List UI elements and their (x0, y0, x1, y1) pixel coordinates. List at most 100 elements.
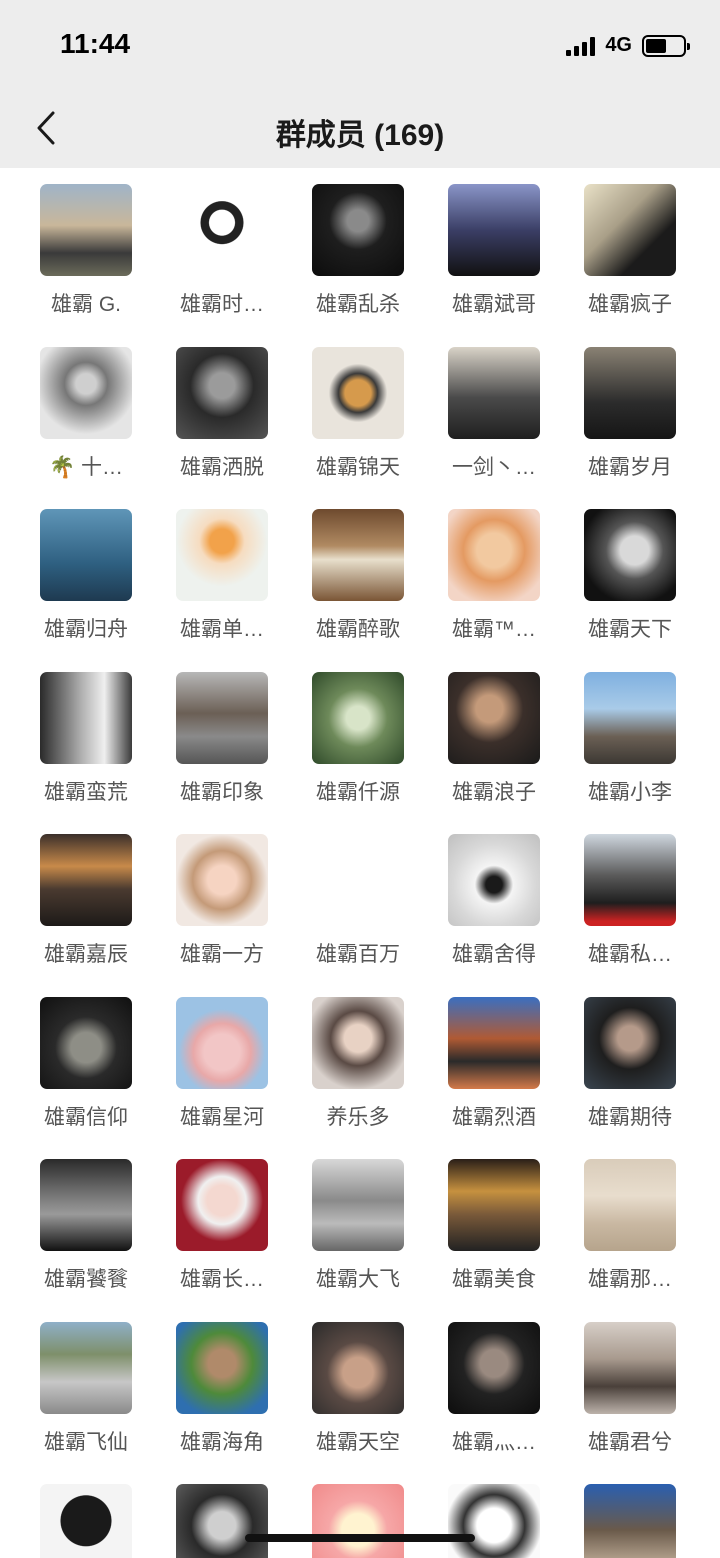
member-item[interactable]: 雄霸飞仙 (18, 1306, 154, 1469)
member-name: 雄霸君兮 (588, 1430, 672, 1454)
member-item[interactable]: 雄霸信仰 (18, 981, 154, 1144)
member-item[interactable]: 一剑丶… (426, 331, 562, 494)
member-name: 雄霸小李 (588, 780, 672, 804)
member-avatar[interactable] (312, 184, 404, 276)
member-item[interactable]: 雄霸斌哥 (426, 168, 562, 331)
member-avatar[interactable] (176, 1321, 268, 1414)
member-avatar[interactable] (584, 1321, 676, 1414)
member-item[interactable]: 雄霸醉歌 (290, 493, 426, 656)
member-avatar[interactable] (448, 1159, 540, 1251)
member-avatar[interactable] (176, 996, 268, 1089)
member-avatar[interactable] (584, 1159, 676, 1251)
member-avatar[interactable] (312, 1159, 404, 1251)
member-avatar[interactable] (312, 1321, 404, 1414)
member-item[interactable]: 雄霸单… (154, 493, 290, 656)
member-item[interactable]: 雄霸浪子 (426, 656, 562, 819)
member-avatar[interactable] (448, 1484, 540, 1558)
member-item[interactable]: 雄霸天下 (562, 493, 698, 656)
member-item[interactable]: 雄霸期待 (562, 981, 698, 1144)
member-avatar[interactable] (40, 1159, 132, 1251)
member-avatar[interactable] (448, 184, 540, 276)
member-avatar[interactable] (176, 184, 268, 276)
member-avatar[interactable] (176, 671, 268, 764)
member-name: 雄霸美食 (452, 1268, 536, 1291)
member-name: 雄霸那… (588, 1268, 672, 1291)
member-avatar[interactable] (448, 671, 540, 764)
member-item[interactable]: 雄霸大飞 (290, 1143, 426, 1306)
member-avatar[interactable] (312, 509, 404, 601)
member-avatar[interactable] (312, 671, 404, 764)
member-avatar[interactable] (176, 346, 268, 439)
member-item[interactable] (290, 1468, 426, 1558)
member-avatar[interactable] (40, 1484, 132, 1558)
member-avatar[interactable] (448, 834, 540, 926)
member-item[interactable]: 雄霸小李 (562, 656, 698, 819)
member-item[interactable]: 雄霸饕餮 (18, 1143, 154, 1306)
member-avatar[interactable] (40, 184, 132, 276)
member-item[interactable]: 雄霸乱杀 (290, 168, 426, 331)
member-avatar[interactable] (176, 1484, 268, 1558)
signal-strength-icon (566, 36, 596, 56)
member-item[interactable]: 雄霸时… (154, 168, 290, 331)
member-avatar[interactable] (40, 671, 132, 764)
member-avatar[interactable] (312, 834, 404, 926)
member-item[interactable]: 雄霸海角 (154, 1306, 290, 1469)
member-item[interactable]: 雄霸归舟 (18, 493, 154, 656)
member-item[interactable]: 雄霸百万 (290, 818, 426, 981)
member-item[interactable]: 雄霸君兮 (562, 1306, 698, 1469)
member-avatar[interactable] (40, 1321, 132, 1414)
member-avatar[interactable] (584, 346, 676, 439)
status-indicators: 4G (566, 34, 690, 57)
navigation-bar: 群成员 (169) (0, 88, 720, 168)
member-item[interactable]: 养乐多 (290, 981, 426, 1144)
member-item[interactable]: 雄霸岁月 (562, 331, 698, 494)
member-avatar[interactable] (584, 184, 676, 276)
member-name: 雄霸大飞 (316, 1268, 400, 1291)
member-item[interactable] (18, 1468, 154, 1558)
member-avatar[interactable] (584, 1484, 676, 1558)
member-item[interactable]: 雄霸私… (562, 818, 698, 981)
member-item[interactable]: 雄霸嘉辰 (18, 818, 154, 981)
member-item[interactable]: 雄霸蛮荒 (18, 656, 154, 819)
member-avatar[interactable] (40, 509, 132, 601)
member-item[interactable]: 雄霸美食 (426, 1143, 562, 1306)
member-avatar[interactable] (312, 1484, 404, 1558)
member-avatar[interactable] (584, 509, 676, 601)
member-item[interactable] (154, 1468, 290, 1558)
member-item[interactable]: 雄霸天空 (290, 1306, 426, 1469)
member-item[interactable] (562, 1468, 698, 1558)
member-avatar[interactable] (584, 671, 676, 764)
member-item[interactable]: 雄霸星河 (154, 981, 290, 1144)
member-avatar[interactable] (40, 346, 132, 439)
member-avatar[interactable] (448, 1321, 540, 1414)
member-item[interactable]: 雄霸一方 (154, 818, 290, 981)
member-avatar[interactable] (40, 834, 132, 926)
member-avatar[interactable] (176, 1159, 268, 1251)
member-avatar[interactable] (584, 996, 676, 1089)
member-avatar[interactable] (448, 509, 540, 601)
member-avatar[interactable] (176, 509, 268, 601)
member-item[interactable]: 雄霸仟源 (290, 656, 426, 819)
member-name: 雄霸疯子 (588, 293, 672, 316)
member-name: 雄霸星河 (180, 1105, 264, 1129)
member-item[interactable]: 雄霸灬… (426, 1306, 562, 1469)
member-avatar[interactable] (176, 834, 268, 926)
member-avatar[interactable] (584, 834, 676, 926)
member-item[interactable]: 雄霸舍得 (426, 818, 562, 981)
member-avatar[interactable] (312, 346, 404, 439)
member-item[interactable]: 🌴 十… (18, 331, 154, 494)
member-item[interactable]: 雄霸长… (154, 1143, 290, 1306)
member-item[interactable]: 雄霸洒脱 (154, 331, 290, 494)
member-item[interactable]: 雄霸™… (426, 493, 562, 656)
member-avatar[interactable] (448, 996, 540, 1089)
member-item[interactable]: 雄霸那… (562, 1143, 698, 1306)
member-avatar[interactable] (312, 996, 404, 1089)
member-item[interactable]: 雄霸疯子 (562, 168, 698, 331)
member-item[interactable]: 雄霸锦天 (290, 331, 426, 494)
member-item[interactable]: 雄霸烈酒 (426, 981, 562, 1144)
member-avatar[interactable] (448, 346, 540, 439)
member-avatar[interactable] (40, 996, 132, 1089)
member-item[interactable] (426, 1468, 562, 1558)
member-item[interactable]: 雄霸 G. (18, 168, 154, 331)
member-item[interactable]: 雄霸印象 (154, 656, 290, 819)
